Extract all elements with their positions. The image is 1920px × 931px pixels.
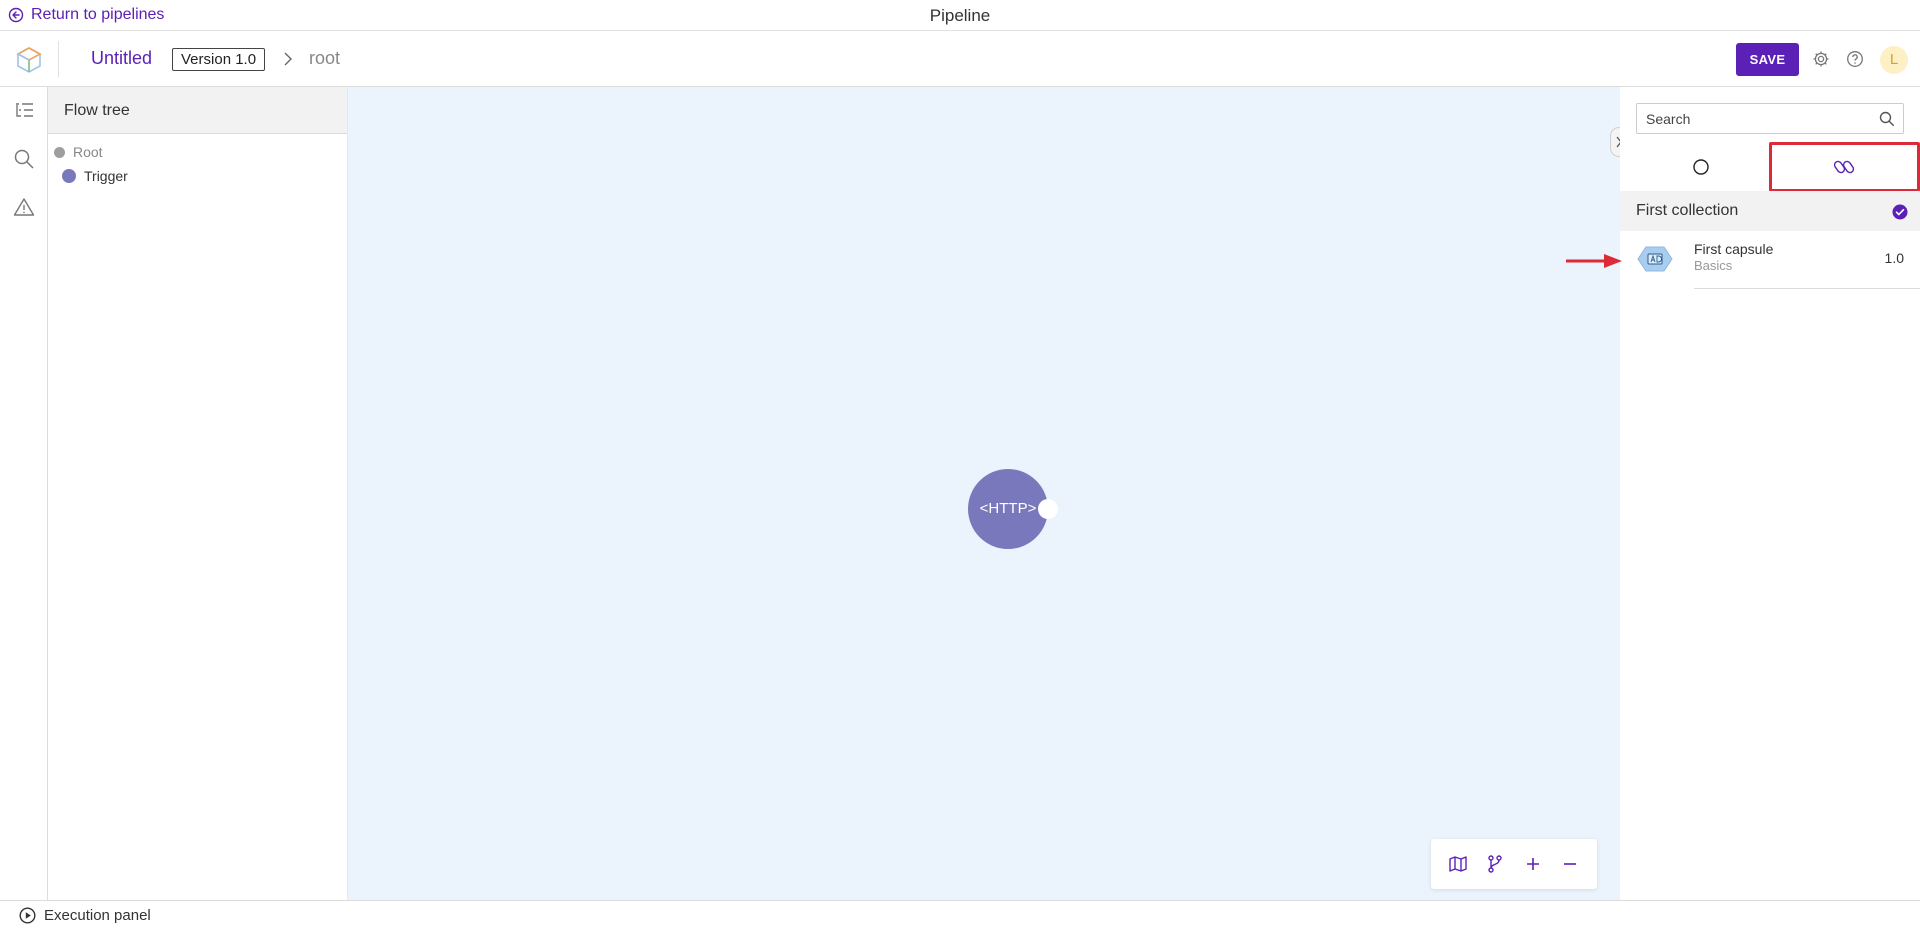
search-input[interactable]	[1637, 104, 1867, 133]
capsule-list-item[interactable]: First capsule Basics 1.0	[1620, 231, 1920, 289]
page-title: Pipeline	[929, 6, 991, 25]
capsule-version: 1.0	[1884, 250, 1904, 266]
list-divider	[1694, 288, 1920, 289]
warning-icon	[13, 198, 35, 216]
capsules-icon	[1833, 160, 1854, 174]
user-avatar[interactable]: L	[1880, 46, 1908, 74]
capsule-category: Basics	[1694, 258, 1733, 273]
settings-icon[interactable]	[1812, 50, 1830, 68]
tab-components[interactable]	[1636, 142, 1766, 192]
search-rail-button[interactable]	[10, 145, 38, 173]
pipeline-canvas[interactable]: <HTTP>	[348, 87, 1620, 900]
header-divider	[58, 41, 59, 77]
footer-bar: Execution panel	[0, 900, 1920, 931]
collection-name: First collection	[1636, 202, 1739, 219]
zoom-out-button[interactable]	[1558, 852, 1582, 876]
tree-node-label: Root	[73, 144, 103, 160]
tree-node-trigger[interactable]: Trigger	[62, 168, 128, 184]
capsule-icon	[1637, 246, 1673, 272]
warnings-button[interactable]	[10, 193, 38, 221]
execution-panel-toggle[interactable]: Execution panel	[19, 907, 151, 924]
tab-capsules[interactable]	[1769, 142, 1920, 192]
tree-node-root[interactable]: Root	[54, 144, 103, 160]
node-output-port[interactable]	[1038, 499, 1058, 519]
canvas-controls	[1431, 839, 1597, 889]
header-bar: Untitled Version 1.0 root SAVE L	[0, 31, 1920, 87]
minimap-button[interactable]	[1446, 852, 1470, 876]
left-rail	[0, 87, 48, 900]
version-badge[interactable]: Version 1.0	[172, 48, 266, 71]
play-circle-icon	[19, 907, 36, 924]
flow-tree-panel: Flow tree Root Trigger	[48, 87, 348, 900]
flow-tree-title: Flow tree	[48, 87, 347, 134]
tree-node-label: Trigger	[84, 168, 128, 184]
flow-tree-icon	[16, 103, 33, 117]
save-button[interactable]: SAVE	[1736, 43, 1799, 76]
search-icon	[14, 149, 34, 169]
trigger-node-icon	[62, 169, 76, 183]
circle-icon	[1693, 159, 1709, 175]
flow-tree-button[interactable]	[10, 97, 38, 125]
zoom-in-icon	[1526, 858, 1539, 870]
pipeline-name[interactable]: Untitled	[91, 48, 152, 69]
map-icon	[1449, 856, 1467, 872]
help-icon[interactable]	[1846, 50, 1864, 68]
capsule-library-panel: First collection First capsule Basics 1.…	[1620, 87, 1920, 900]
verified-check-icon	[1892, 204, 1908, 220]
search-field	[1636, 103, 1904, 134]
chevron-right-icon	[284, 52, 292, 66]
capsule-name: First capsule	[1694, 241, 1774, 257]
layout-button[interactable]	[1483, 852, 1507, 876]
collection-header[interactable]: First collection	[1620, 191, 1920, 231]
zoom-in-button[interactable]	[1521, 852, 1545, 876]
breadcrumb-root[interactable]: root	[309, 48, 340, 69]
root-node-icon	[54, 146, 65, 158]
top-strip: Return to pipelines Pipeline	[0, 0, 1920, 31]
branch-icon	[1488, 855, 1502, 873]
app-logo-icon[interactable]	[14, 45, 44, 75]
zoom-out-icon	[1564, 863, 1577, 865]
http-trigger-node[interactable]: <HTTP>	[968, 469, 1048, 549]
annotation-arrow-icon	[1566, 254, 1622, 268]
search-icon[interactable]	[1879, 111, 1895, 127]
execution-panel-label: Execution panel	[44, 907, 151, 924]
